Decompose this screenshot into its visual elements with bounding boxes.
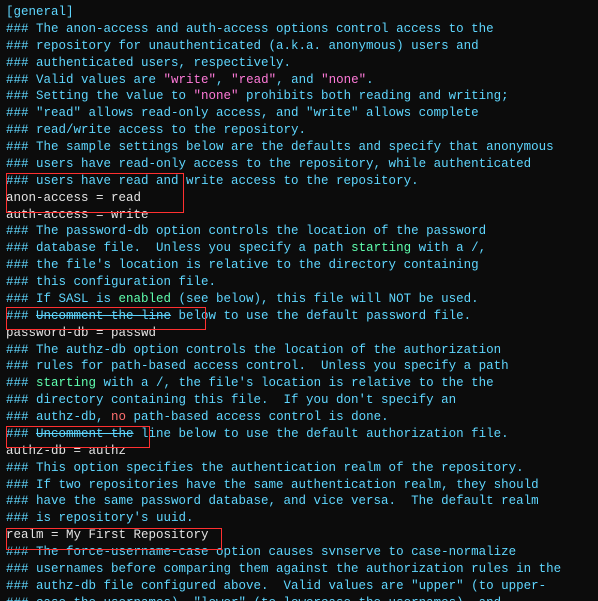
comment-line: ### is repository's uuid. xyxy=(6,511,194,525)
comment-line: ### database file. Unless you specify a … xyxy=(6,241,486,255)
comment-line: ### Valid values are "write", "read", an… xyxy=(6,73,374,87)
config-file-editor: [general] ### The anon-access and auth-a… xyxy=(0,0,598,601)
comment-line: ### Setting the value to "none" prohibit… xyxy=(6,89,509,103)
comment-line: ### The force-username-case option cause… xyxy=(6,545,516,559)
comment-line: ### starting with a /, the file's locati… xyxy=(6,376,494,390)
comment-line: ### the file's location is relative to t… xyxy=(6,258,479,272)
comment-line: ### The sample settings below are the de… xyxy=(6,140,554,154)
code-content: [general] ### The anon-access and auth-a… xyxy=(6,4,592,601)
comment-line: ### authz-db, no path-based access contr… xyxy=(6,410,389,424)
setting-auth-access: auth-access = write xyxy=(6,208,149,222)
comment-line: ### users have read and write access to … xyxy=(6,174,419,188)
comment-line: ### case the usernames), "lower" (to low… xyxy=(6,596,501,601)
setting-authz-db: authz-db = authz xyxy=(6,444,126,458)
comment-line: ### If two repositories have the same au… xyxy=(6,478,539,492)
comment-line: ### have the same password database, and… xyxy=(6,494,539,508)
comment-line: ### repository for unauthenticated (a.k.… xyxy=(6,39,479,53)
comment-line: ### read/write access to the repository. xyxy=(6,123,306,137)
comment-line: ### rules for path-based access control.… xyxy=(6,359,509,373)
comment-line: ### The password-db option controls the … xyxy=(6,224,486,238)
comment-line: ### this configuration file. xyxy=(6,275,216,289)
comment-line: ### This option specifies the authentica… xyxy=(6,461,524,475)
comment-line: ### Uncomment the line below to use the … xyxy=(6,427,509,441)
comment-line: ### If SASL is enabled (see below), this… xyxy=(6,292,479,306)
setting-anon-access: anon-access = read xyxy=(6,191,141,205)
comment-line: ### The authz-db option controls the loc… xyxy=(6,343,501,357)
comment-line: ### The anon-access and auth-access opti… xyxy=(6,22,494,36)
comment-line: ### users have read-only access to the r… xyxy=(6,157,531,171)
comment-line: ### authenticated users, respectively. xyxy=(6,56,291,70)
setting-realm: realm = My First Repository xyxy=(6,528,209,542)
comment-line: ### usernames before comparing them agai… xyxy=(6,562,561,576)
comment-line: ### "read" allows read-only access, and … xyxy=(6,106,479,120)
comment-line: ### authz-db file configured above. Vali… xyxy=(6,579,546,593)
setting-password-db: password-db = passwd xyxy=(6,326,156,340)
comment-line: ### Uncomment the line below to use the … xyxy=(6,309,471,323)
comment-line: ### directory containing this file. If y… xyxy=(6,393,456,407)
section-header: [general] xyxy=(6,5,74,19)
